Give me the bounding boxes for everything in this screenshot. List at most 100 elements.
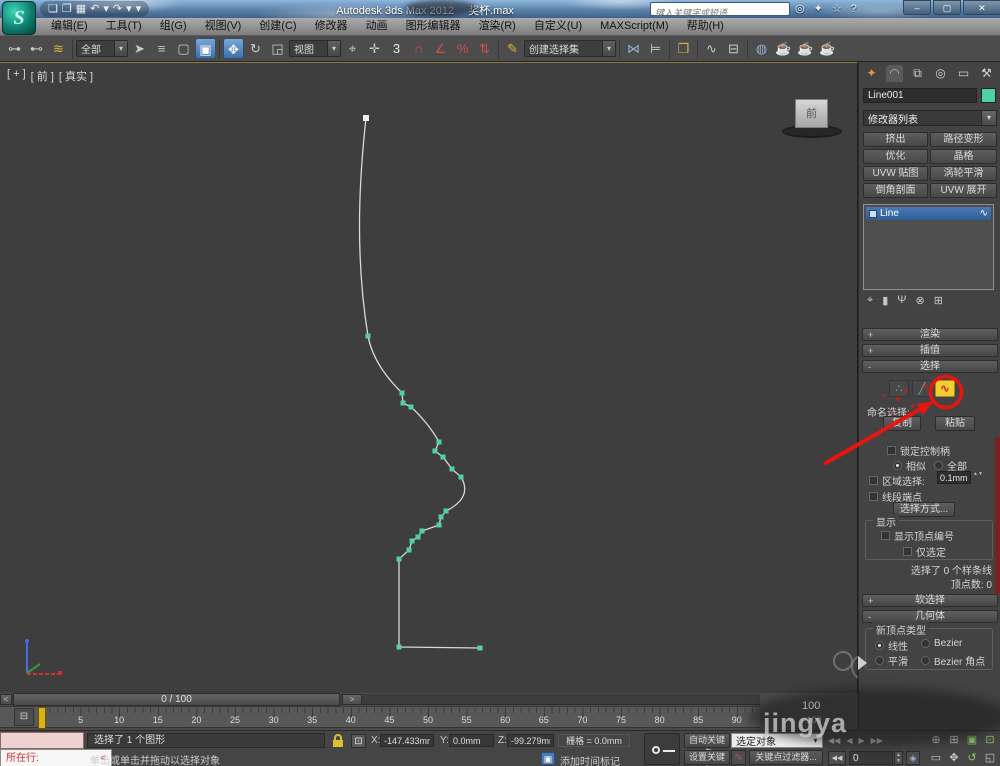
current-frame-field[interactable] <box>849 751 893 765</box>
schematic-view-icon[interactable]: ⊟ <box>723 38 744 59</box>
current-frame-marker[interactable] <box>38 707 46 729</box>
save-file-icon[interactable]: ▦ <box>76 1 86 17</box>
go-to-start-button[interactable]: ◀◀ <box>828 751 846 765</box>
linear-radio[interactable] <box>875 641 884 650</box>
smooth-radio[interactable] <box>875 656 884 665</box>
zoom-extents-icon[interactable]: ▣ <box>964 733 980 748</box>
previous-frame-icon[interactable]: ◀ <box>846 733 852 748</box>
menu-item[interactable]: 渲染(R) <box>470 18 525 35</box>
selection-lock-toggle-icon[interactable]: ▣ <box>541 752 555 765</box>
bezier-corner-radio[interactable] <box>921 656 930 665</box>
copy-button[interactable]: 复制 <box>883 416 921 431</box>
modifier-button[interactable]: UVW 贴图 <box>863 166 928 181</box>
modifier-stack[interactable]: Line ∿ <box>863 204 994 290</box>
spin-down-icon[interactable]: ▼ <box>978 471 983 477</box>
previous-frame-button[interactable]: < <box>0 694 12 705</box>
menu-item[interactable]: 编辑(E) <box>42 18 97 35</box>
workspace-dropdown-icon[interactable]: ▾ <box>136 1 142 17</box>
set-key-button[interactable]: 设置关键点 <box>684 750 730 766</box>
select-and-move-icon[interactable]: ✥ <box>223 38 244 59</box>
time-slider-handle[interactable]: 0 / 100 <box>13 693 340 706</box>
maximize-button[interactable]: ▢ <box>933 0 961 15</box>
zoom-extents-all-icon[interactable]: ⊡ <box>982 733 998 748</box>
toggle-set-key-mode-button[interactable] <box>644 733 680 765</box>
select-object-icon[interactable]: ➤ <box>129 38 150 59</box>
modifier-button[interactable]: UVW 展开 <box>930 183 997 198</box>
reference-coordinate-dropdown[interactable]: 视图 ▾ <box>289 40 341 57</box>
select-by-button[interactable]: 选择方式... <box>893 502 955 517</box>
show-end-result-icon[interactable]: ▮ <box>882 294 888 307</box>
modifier-button[interactable]: 涡轮平滑 <box>930 166 997 181</box>
menu-item[interactable]: 创建(C) <box>250 18 305 35</box>
next-frame-icon[interactable]: ▶▶ <box>871 733 883 748</box>
pan-icon[interactable]: ✥ <box>946 751 962 766</box>
bezier-radio[interactable] <box>921 639 930 648</box>
remove-modifier-icon[interactable]: ⊗ <box>915 294 924 307</box>
menu-item[interactable]: 组(G) <box>151 18 196 35</box>
favorites-icon[interactable]: ☆ <box>832 1 842 17</box>
curve-editor-icon[interactable]: ∿ <box>701 38 722 59</box>
create-tab[interactable]: ✦ <box>863 65 880 82</box>
orbit-icon[interactable]: ↺ <box>964 751 980 766</box>
selection-lock-icon[interactable] <box>330 734 346 748</box>
render-setup-icon[interactable]: ☕ <box>773 38 794 59</box>
front-viewport[interactable] <box>0 62 858 693</box>
configure-modifier-sets-icon[interactable]: ⊞ <box>934 294 943 307</box>
menu-item[interactable]: 自定义(U) <box>525 18 591 35</box>
bind-to-space-warp-icon[interactable]: ≋ <box>48 38 69 59</box>
menu-item[interactable]: 动画 <box>357 18 397 35</box>
redo-dropdown-icon[interactable]: ▾ <box>126 1 132 17</box>
edit-named-selection-sets-icon[interactable]: ✎ <box>502 38 523 59</box>
keyboard-override-icon[interactable]: 3 <box>386 38 407 59</box>
close-button[interactable]: ✕ <box>963 0 1000 15</box>
panel-scrollbar[interactable] <box>995 437 1000 594</box>
select-by-name-icon[interactable]: ≡ <box>151 38 172 59</box>
snap-toggle-icon[interactable]: ∩ <box>408 38 429 59</box>
menu-item[interactable]: 修改器 <box>306 18 357 35</box>
utilities-tab[interactable]: ⚒ <box>978 65 995 82</box>
x-coordinate-field[interactable] <box>380 734 434 747</box>
menu-item[interactable]: 视图(V) <box>196 18 251 35</box>
modifier-button[interactable]: 晶格 <box>930 149 997 164</box>
all-radio[interactable] <box>934 461 943 470</box>
menu-item[interactable]: 工具(T) <box>97 18 151 35</box>
search-icon[interactable]: ◎ <box>795 1 805 17</box>
rollout-rendering[interactable]: + 渲染 <box>862 328 998 341</box>
rendered-frame-icon[interactable]: ☕ <box>795 38 816 59</box>
y-coordinate-field[interactable] <box>449 734 494 747</box>
open-mini-curve-editor-icon[interactable]: ⊟ <box>14 708 34 726</box>
next-frame-button[interactable]: > <box>342 694 362 705</box>
angle-snap-icon[interactable]: ∠ <box>430 38 451 59</box>
display-tab[interactable]: ▭ <box>955 65 972 82</box>
object-color-swatch[interactable] <box>981 88 996 103</box>
segment-end-checkbox[interactable] <box>869 492 878 501</box>
modifier-button[interactable]: 优化 <box>863 149 928 164</box>
key-filter-scope-dropdown[interactable]: 选定对象 ▾ <box>731 733 823 748</box>
zoom-all-icon[interactable]: ⊞ <box>946 733 962 748</box>
absolute-offset-toggle-icon[interactable]: ⊡ <box>351 734 366 748</box>
select-and-link-icon[interactable]: ⊶ <box>4 38 25 59</box>
add-time-tag[interactable]: 添加时间标记 <box>560 753 620 766</box>
use-pivot-center-icon[interactable]: ⌖ <box>342 38 363 59</box>
stack-item-line[interactable]: Line ∿ <box>866 207 991 220</box>
zoom-icon[interactable]: ⊕ <box>928 733 944 748</box>
viewcube[interactable]: 前 <box>795 99 828 128</box>
minimize-button[interactable]: – <box>903 0 931 15</box>
percent-snap-icon[interactable]: % <box>452 38 473 59</box>
motion-tab[interactable]: ◎ <box>932 65 949 82</box>
communication-center-icon[interactable]: ✦ <box>814 1 823 17</box>
paste-button[interactable]: 粘贴 <box>935 416 975 431</box>
window-crossing-icon[interactable]: ▣ <box>195 38 216 59</box>
key-filters-button[interactable]: 关键点过滤器... <box>749 750 823 765</box>
lock-handles-checkbox[interactable] <box>887 446 896 455</box>
infocenter-help-icon[interactable]: ? <box>851 1 857 17</box>
vertex-subobject-icon[interactable]: ∴ <box>889 380 909 397</box>
rollout-soft-selection[interactable]: + 软选择 <box>862 594 998 607</box>
modifier-list-dropdown[interactable]: 修改器列表 ▾ <box>863 110 997 126</box>
rollout-interpolation[interactable]: + 插值 <box>862 344 998 357</box>
z-coordinate-field[interactable] <box>507 734 554 747</box>
segment-subobject-icon[interactable]: ╱ <box>912 380 932 397</box>
field-of-view-icon[interactable]: ▭ <box>928 751 944 766</box>
alike-radio[interactable] <box>893 461 902 470</box>
rollout-selection[interactable]: - 选择 <box>862 360 998 373</box>
